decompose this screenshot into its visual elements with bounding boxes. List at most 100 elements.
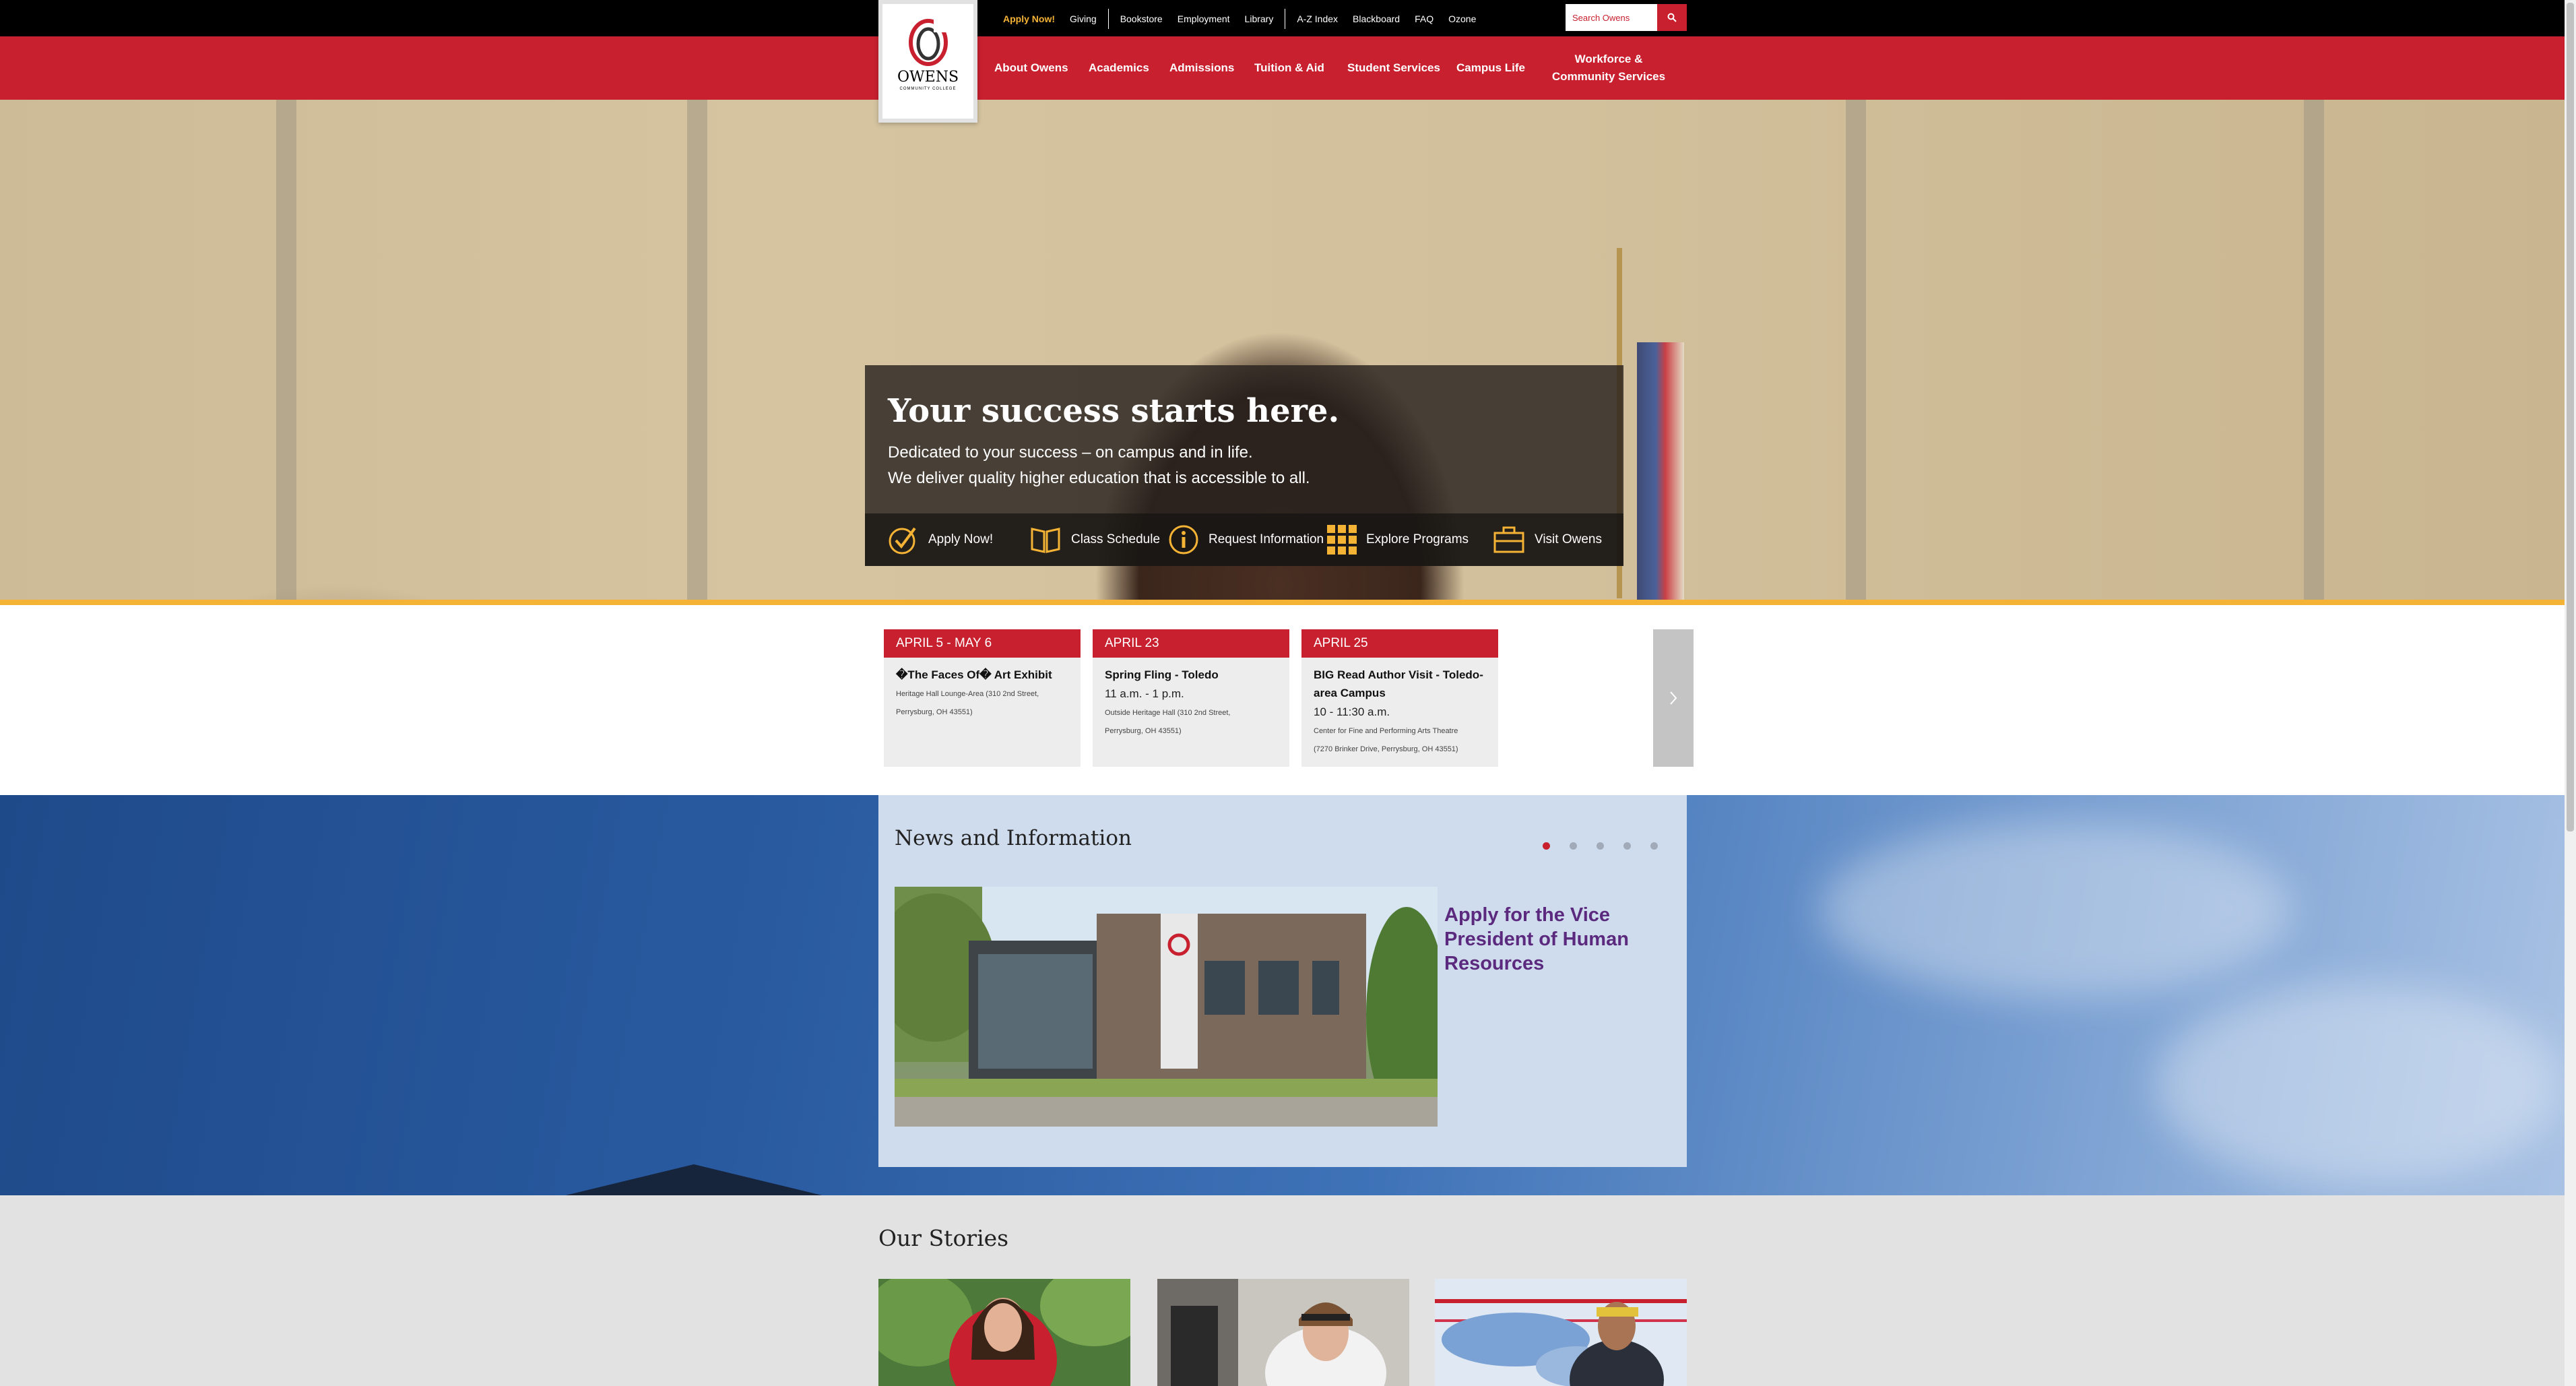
hero-tagline-1: Dedicated to your success – on campus an… bbox=[888, 443, 1253, 462]
campus-building-image bbox=[895, 887, 1438, 1127]
hero-title: Your success starts here. bbox=[888, 392, 1340, 430]
event-location: Heritage Hall Lounge-Area (310 2nd Stree… bbox=[896, 690, 1039, 698]
info-icon bbox=[1169, 525, 1198, 555]
hero-class-schedule-label: Class Schedule bbox=[1071, 532, 1161, 546]
hero-photo-detail bbox=[687, 100, 707, 600]
nav-academics[interactable]: Academics bbox=[1089, 36, 1149, 100]
hero-explore-programs-label: Explore Programs bbox=[1366, 532, 1469, 546]
building-roof bbox=[527, 1164, 861, 1195]
hero-visit-owens-label: Visit Owens bbox=[1535, 532, 1602, 546]
hero-banner: Your success starts here. Dedicated to y… bbox=[0, 100, 2565, 600]
event-location: Perrysburg, OH 43551) bbox=[1105, 727, 1182, 735]
owens-logo[interactable]: OWENS COMMUNITY COLLEGE bbox=[878, 0, 977, 123]
utility-giving-link[interactable]: Giving bbox=[1062, 11, 1104, 27]
events-next-button[interactable] bbox=[1653, 629, 1694, 767]
owens-logo-mark-icon bbox=[908, 19, 948, 66]
news-headline-line: Apply for the Vice bbox=[1444, 904, 1611, 926]
story-card[interactable] bbox=[1435, 1279, 1687, 1386]
carousel-dot[interactable] bbox=[1650, 842, 1658, 850]
main-nav: About Owens Academics Admissions Tuition… bbox=[0, 36, 2565, 100]
news-carousel-dots bbox=[1543, 842, 1677, 850]
book-icon bbox=[1031, 528, 1060, 553]
logo-subtitle: COMMUNITY COLLEGE bbox=[899, 87, 957, 91]
search-box bbox=[1566, 4, 1657, 31]
utility-ozone-link[interactable]: Ozone bbox=[1441, 11, 1483, 27]
news-image[interactable] bbox=[895, 887, 1438, 1127]
nav-workforce-line2: Community Services bbox=[1551, 70, 1666, 83]
hero-photo-detail bbox=[1637, 342, 1684, 600]
hero-overlay: Your success starts here. Dedicated to y… bbox=[865, 365, 1623, 566]
news-heading: News and Information bbox=[895, 826, 1132, 850]
hero-apply-now[interactable]: Apply Now! bbox=[888, 513, 993, 566]
story-student-photo bbox=[878, 1279, 1130, 1386]
story-student-photo bbox=[1157, 1279, 1409, 1386]
nav-workforce-line1: Workforce & bbox=[1574, 53, 1643, 65]
hero-class-schedule[interactable]: Class Schedule bbox=[1029, 513, 1160, 566]
event-card[interactable]: APRIL 25 BIG Read Author Visit - Toledo-… bbox=[1301, 629, 1498, 767]
hero-explore-programs[interactable]: Explore Programs bbox=[1327, 513, 1469, 566]
event-title: area Campus bbox=[1314, 687, 1386, 699]
nav-admissions[interactable]: Admissions bbox=[1169, 36, 1234, 100]
search-icon bbox=[1667, 13, 1677, 22]
hero-apply-now-label: Apply Now! bbox=[928, 532, 994, 546]
utility-faq-link[interactable]: FAQ bbox=[1407, 11, 1441, 27]
sky-cloud bbox=[2156, 984, 2560, 1186]
event-location: Perrysburg, OH 43551) bbox=[896, 708, 973, 716]
stories-heading: Our Stories bbox=[878, 1225, 1009, 1251]
chevron-right-icon bbox=[1670, 691, 1677, 705]
page-scrollbar-thumb[interactable] bbox=[2567, 3, 2574, 831]
event-location: Outside Heritage Hall (310 2nd Street, bbox=[1105, 709, 1231, 717]
logo-wordmark: OWENS bbox=[897, 69, 959, 86]
story-student-photo bbox=[1435, 1279, 1687, 1386]
hero-photo-detail bbox=[276, 100, 296, 600]
hero-visit-owens[interactable]: Visit Owens bbox=[1493, 513, 1602, 566]
event-time: 11 a.m. - 1 p.m. bbox=[1105, 687, 1184, 700]
event-title: BIG Read Author Visit - Toledo- bbox=[1314, 668, 1483, 681]
utility-employment-link[interactable]: Employment bbox=[1170, 11, 1237, 27]
utility-nav: Apply Now! Giving Bookstore Employment L… bbox=[996, 9, 1483, 29]
nav-tuition-aid[interactable]: Tuition & Aid bbox=[1254, 36, 1324, 100]
hero-photo-detail bbox=[2304, 100, 2324, 600]
briefcase-icon bbox=[1493, 526, 1524, 553]
event-time: 10 - 11:30 a.m. bbox=[1314, 705, 1390, 718]
event-location: (7270 Brinker Drive, Perrysburg, OH 4355… bbox=[1314, 745, 1458, 753]
carousel-dot[interactable] bbox=[1570, 842, 1577, 850]
carousel-dot[interactable] bbox=[1623, 842, 1631, 850]
news-headline-line: Resources bbox=[1444, 953, 1545, 974]
stories-section: Our Stories bbox=[0, 1195, 2565, 1386]
carousel-dot[interactable] bbox=[1597, 842, 1604, 850]
nav-workforce-community[interactable]: Workforce & Community Services bbox=[1549, 36, 1668, 100]
utility-bookstore-link[interactable]: Bookstore bbox=[1113, 11, 1170, 27]
hero-actions-bar: Apply Now! Class Schedule Request Inform… bbox=[865, 513, 1623, 566]
carousel-dot[interactable] bbox=[1543, 842, 1550, 850]
event-card[interactable]: APRIL 23 Spring Fling - Toledo 11 a.m. -… bbox=[1093, 629, 1289, 767]
hero-tagline-2: We deliver quality higher education that… bbox=[888, 469, 1310, 487]
nav-student-services[interactable]: Student Services bbox=[1347, 36, 1440, 100]
utility-apply-link[interactable]: Apply Now! bbox=[996, 11, 1062, 27]
story-card[interactable] bbox=[878, 1279, 1130, 1386]
nav-campus-life[interactable]: Campus Life bbox=[1456, 36, 1525, 100]
events-strip: APRIL 5 - MAY 6 �The Faces Of� Art Exhib… bbox=[0, 605, 2565, 795]
story-card[interactable] bbox=[1157, 1279, 1409, 1386]
utility-blackboard-link[interactable]: Blackboard bbox=[1345, 11, 1407, 27]
hero-request-information-label: Request Information bbox=[1209, 532, 1324, 546]
sky-cloud bbox=[1819, 822, 2290, 997]
news-headline-line: President of Human bbox=[1444, 928, 1629, 950]
hero-request-information[interactable]: Request Information bbox=[1168, 513, 1324, 566]
utility-library-link[interactable]: Library bbox=[1237, 11, 1281, 27]
event-card[interactable]: APRIL 5 - MAY 6 �The Faces Of� Art Exhib… bbox=[884, 629, 1081, 767]
event-date: APRIL 25 bbox=[1301, 629, 1498, 658]
event-title: �The Faces Of� Art Exhibit bbox=[896, 668, 1052, 681]
utility-az-index-link[interactable]: A-Z Index bbox=[1289, 11, 1345, 27]
utility-divider bbox=[1107, 9, 1109, 29]
event-title: Spring Fling - Toledo bbox=[1105, 668, 1219, 681]
event-date: APRIL 5 - MAY 6 bbox=[884, 629, 1081, 658]
hero-photo-detail bbox=[1846, 100, 1866, 600]
hero-divider bbox=[0, 600, 2565, 605]
nav-about-owens[interactable]: About Owens bbox=[994, 36, 1068, 100]
search-input[interactable] bbox=[1566, 4, 1657, 31]
news-headline-link[interactable]: Apply for the Vice President of Human Re… bbox=[1444, 903, 1646, 976]
search-button[interactable] bbox=[1657, 4, 1687, 31]
grid-icon bbox=[1327, 525, 1357, 555]
news-panel: News and Information Apply for the Vice … bbox=[878, 795, 1687, 1167]
